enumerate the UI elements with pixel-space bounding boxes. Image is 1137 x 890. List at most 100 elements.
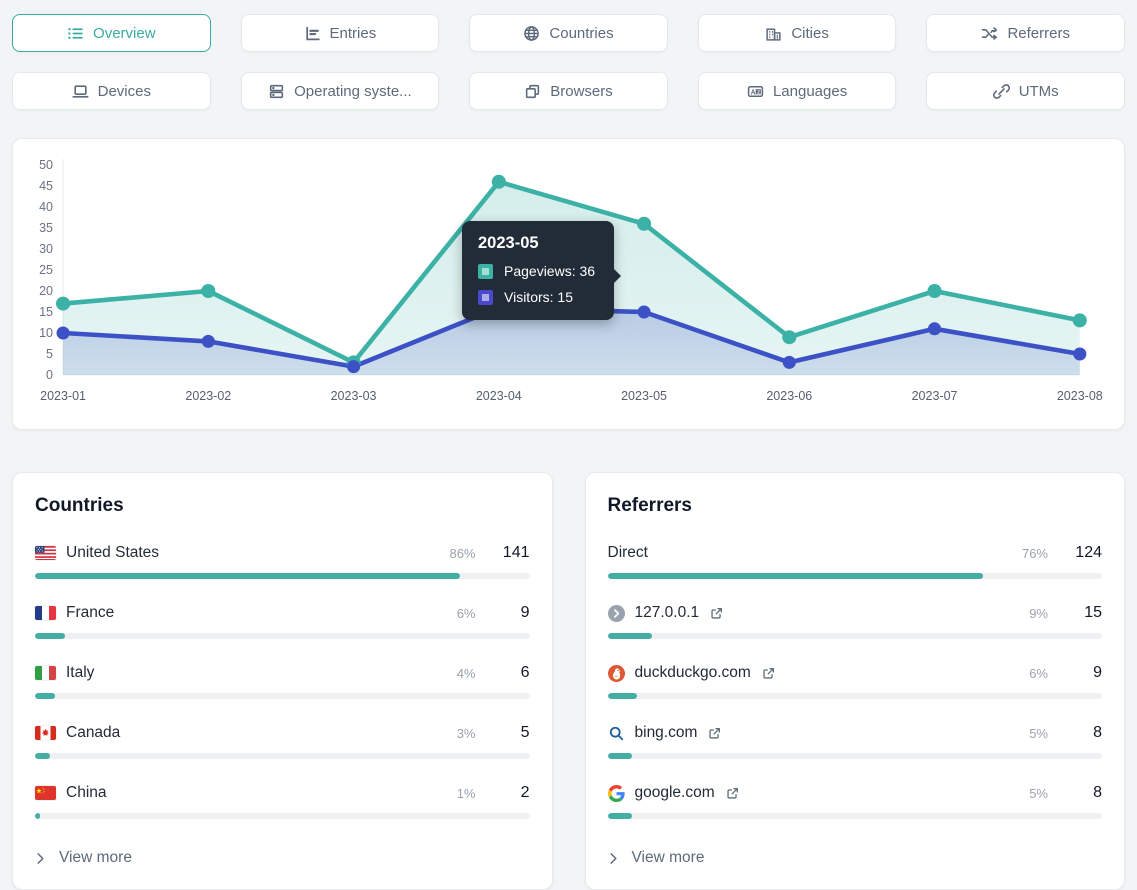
pageviews-point[interactable] (927, 284, 942, 298)
tab-languages[interactable]: AZ Languages (697, 72, 897, 110)
row-percentage: 6% (456, 605, 476, 621)
visitors-point[interactable] (637, 305, 651, 319)
pageviews-point[interactable] (491, 174, 506, 189)
flag-china-icon (35, 786, 56, 800)
bar-track (35, 633, 530, 639)
bing-search-icon (608, 725, 625, 742)
bar-fill (607, 693, 638, 699)
country-label: France (66, 604, 115, 621)
row-value: 141 (502, 544, 530, 561)
row-value: 9 (1093, 664, 1102, 681)
visitors-point[interactable] (56, 326, 70, 340)
shuffle-icon (981, 25, 998, 42)
traffic-chart-card: 0 5 10 15 20 25 30 35 40 45 50 2023-01 2023-02 2023-… (12, 138, 1125, 430)
bar-fill (607, 633, 652, 639)
tab-label: Devices (97, 82, 151, 100)
tab-label: Cities (791, 24, 829, 42)
pageviews-point[interactable] (782, 330, 797, 345)
table-row[interactable]: United States 86% 141 (35, 541, 530, 579)
table-row[interactable]: Canada 3% 5 (35, 721, 530, 759)
countries-panel: Countries United States 86% 141 France 6… (12, 472, 553, 890)
row-percentage: 9% (1029, 605, 1048, 621)
tab-countries[interactable]: Countries (469, 14, 668, 52)
table-row[interactable]: China 1% 2 (35, 781, 530, 819)
visitors-point[interactable] (782, 355, 796, 369)
external-link-icon[interactable] (762, 667, 775, 680)
x-tick-label: 2023-06 (766, 389, 813, 403)
bar-fill (35, 813, 40, 819)
tab-browsers[interactable]: Browsers (469, 72, 668, 110)
external-link-icon[interactable] (710, 607, 723, 620)
y-tick-label: 10 (39, 326, 53, 340)
tab-operating-systems[interactable]: Operating syste... (240, 72, 440, 110)
countries-view-more-button[interactable]: View more (35, 841, 132, 875)
server-icon (268, 83, 285, 100)
y-tick-label: 40 (39, 200, 53, 214)
row-value: 15 (1084, 604, 1102, 621)
bar-track (607, 753, 1102, 759)
visitors-point[interactable] (1073, 347, 1087, 361)
bar-fill (607, 813, 633, 819)
table-row[interactable]: Italy 4% 6 (35, 661, 530, 699)
bar-track (607, 633, 1102, 639)
tab-overview[interactable]: Overview (12, 14, 211, 52)
tab-label: Overview (93, 24, 156, 42)
referrers-view-more-button[interactable]: View more (608, 841, 705, 875)
flag-united-states-icon (35, 546, 56, 560)
tab-label: Operating syste... (294, 82, 412, 100)
tab-label: Countries (549, 24, 614, 42)
tab-utms[interactable]: UTMs (926, 72, 1125, 110)
row-value: 5 (520, 724, 530, 741)
duckduckgo-icon (607, 664, 625, 682)
row-percentage: 1% (456, 785, 476, 801)
pageviews-point[interactable] (56, 296, 71, 311)
traffic-chart[interactable]: 0 5 10 15 20 25 30 35 40 45 50 2023-01 2023-02 2023-… (27, 155, 1112, 413)
pageviews-point[interactable] (201, 284, 216, 298)
tab-label: Referrers (1007, 24, 1070, 42)
panel-title: Referrers (607, 495, 693, 516)
bar-track (607, 693, 1102, 699)
tooltip-visitors-row: Visitors: 15 (478, 289, 598, 305)
external-link-icon[interactable] (708, 727, 721, 740)
y-tick-label: 25 (39, 263, 53, 277)
link-icon (992, 83, 1010, 100)
tooltip-pageviews-row: Pageviews: 36 (478, 263, 598, 279)
referrer-label: 127.0.0.1 (634, 604, 700, 621)
bar-track (607, 813, 1102, 819)
tab-cities[interactable]: Cities (697, 14, 897, 52)
svg-text:Z: Z (757, 89, 760, 95)
tab-entries[interactable]: Entries (240, 14, 440, 52)
flag-italy-icon (35, 666, 56, 680)
external-link-icon[interactable] (726, 787, 739, 800)
laptop-icon (72, 83, 89, 100)
x-tick-label: 2023-02 (185, 389, 232, 403)
y-tick-label: 0 (46, 368, 53, 382)
table-row[interactable]: google.com 5% 8 (607, 781, 1102, 819)
table-row[interactable]: bing.com 5% 8 (607, 721, 1102, 759)
bar-track (35, 753, 530, 759)
tab-devices[interactable]: Devices (12, 72, 211, 110)
bar-fill (35, 693, 55, 699)
tab-label: UTMs (1018, 82, 1059, 100)
table-row[interactable]: duckduckgo.com 6% 9 (607, 661, 1102, 699)
x-tick-label: 2023-01 (40, 389, 86, 403)
tab-referrers[interactable]: Referrers (926, 14, 1125, 52)
tab-label: Browsers (550, 82, 613, 100)
visitors-point[interactable] (201, 334, 215, 348)
view-more-label: View more (631, 849, 705, 866)
row-percentage: 5% (1029, 785, 1048, 801)
pageviews-point[interactable] (636, 216, 652, 231)
visitors-point[interactable] (927, 322, 942, 336)
row-value: 8 (1093, 784, 1102, 801)
flag-canada-icon (35, 726, 56, 740)
x-tick-label: 2023-07 (911, 389, 958, 403)
table-row[interactable]: Direct 76% 124 (607, 541, 1102, 579)
table-row[interactable]: 127.0.0.1 9% 15 (607, 601, 1102, 639)
pageviews-point[interactable] (1072, 313, 1087, 328)
table-row[interactable]: France 6% 9 (35, 601, 530, 639)
country-label: Italy (66, 664, 95, 681)
row-value: 124 (1075, 544, 1102, 561)
bar-fill (607, 753, 633, 759)
visitors-point[interactable] (347, 360, 361, 374)
chevron-right-icon (35, 852, 46, 864)
